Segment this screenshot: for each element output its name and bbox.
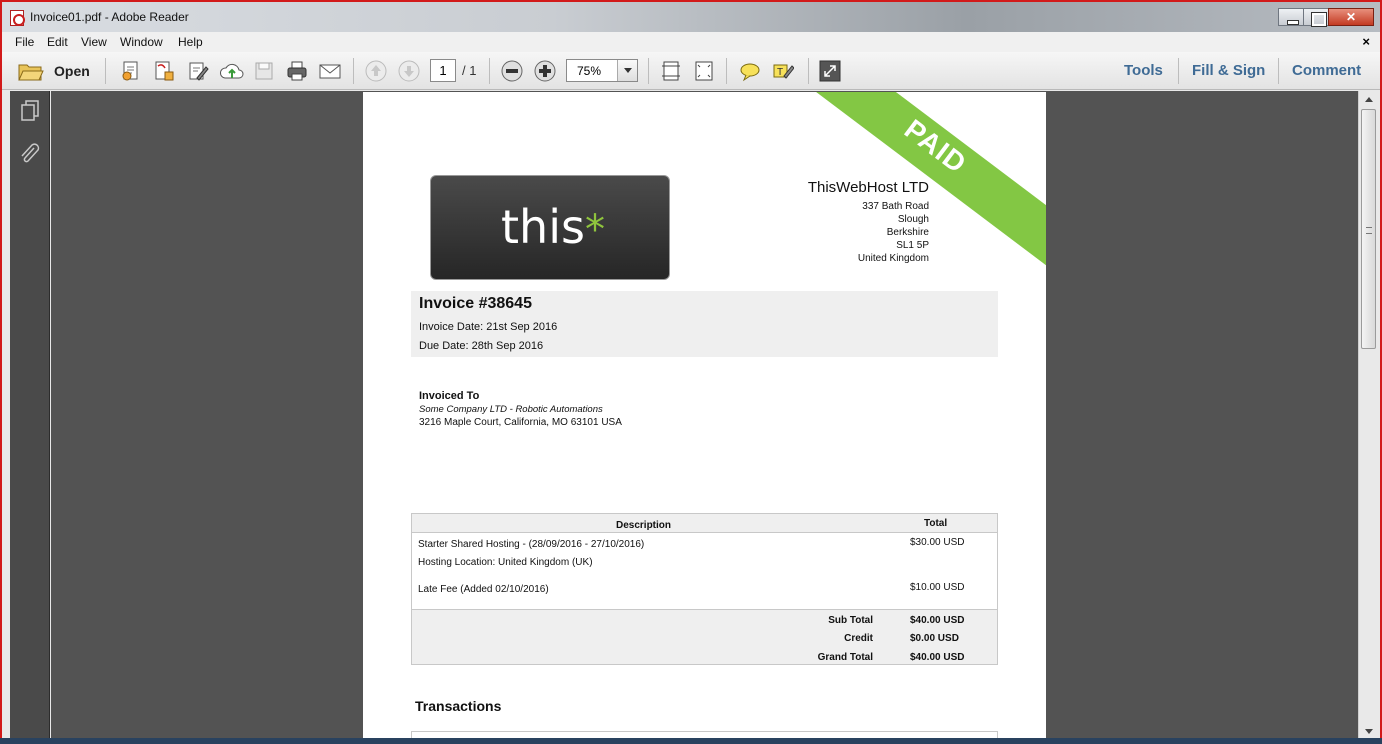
company-address-line: Berkshire: [886, 227, 929, 238]
table-row-description: Late Fee (Added 02/10/2016): [418, 584, 549, 595]
navigation-panel: [10, 91, 50, 740]
invoiced-to-company: Some Company LTD - Robotic Automations: [419, 404, 603, 415]
tab-tools[interactable]: Tools: [1124, 62, 1163, 79]
menu-edit[interactable]: Edit: [47, 35, 68, 49]
company-address-line: Slough: [897, 214, 929, 225]
table-row-description: Hosting Location: United Kingdom (UK): [418, 557, 593, 568]
subtotal-value: $40.00 USD: [910, 615, 965, 626]
toolbar-separator: [726, 58, 727, 84]
print-icon[interactable]: [286, 60, 308, 82]
table-row-amount: $10.00 USD: [910, 582, 965, 593]
zoom-in-icon[interactable]: [534, 60, 556, 82]
invoiced-to-address: 3216 Maple Court, California, MO 63101 U…: [419, 417, 622, 428]
column-description: Description: [616, 520, 672, 531]
company-address-line: SL1 5P: [896, 240, 929, 251]
toolbar-separator: [489, 58, 490, 84]
page-up-icon[interactable]: [365, 60, 387, 82]
toolbar-separator: [1278, 58, 1279, 84]
credit-value: $0.00 USD: [910, 633, 959, 644]
table-row-amount: $30.00 USD: [910, 537, 965, 548]
pdf-app-icon: [10, 10, 25, 26]
menu-file[interactable]: File: [15, 35, 34, 49]
open-button[interactable]: Open: [54, 63, 90, 79]
company-address-line: 337 Bath Road: [862, 201, 929, 212]
scroll-up-icon[interactable]: [1359, 91, 1378, 108]
toolbar: Open 1 / 1 75% T Tools Fill & Sign Comme…: [2, 52, 1380, 90]
toolbar-separator: [648, 58, 649, 84]
export-pdf-icon[interactable]: [153, 60, 175, 82]
menu-window[interactable]: Window: [120, 35, 163, 49]
email-icon[interactable]: [318, 60, 342, 82]
credit-label: Credit: [844, 633, 873, 644]
invoice-date: Invoice Date: 21st Sep 2016: [419, 321, 558, 333]
vertical-scrollbar[interactable]: [1358, 91, 1378, 740]
window-controls: ✕: [1278, 8, 1374, 27]
maximize-button[interactable]: [1303, 8, 1329, 27]
table-row-description: Starter Shared Hosting - (28/09/2016 - 2…: [418, 539, 645, 550]
page-number-input[interactable]: 1: [430, 59, 456, 82]
due-date: Due Date: 28th Sep 2016: [419, 340, 544, 352]
invoiced-to-heading: Invoiced To: [419, 390, 480, 402]
company-name: ThisWebHost LTD: [807, 179, 929, 196]
transactions-heading: Transactions: [415, 698, 502, 714]
menu-help[interactable]: Help: [178, 35, 203, 49]
totals-section: Sub Total $40.00 USD Credit $0.00 USD Gr…: [412, 609, 997, 664]
zoom-out-icon[interactable]: [501, 60, 523, 82]
invoice-header: Invoice #38645 Invoice Date: 21st Sep 20…: [411, 291, 998, 357]
page-thumbnails-icon[interactable]: [19, 99, 41, 121]
save-icon[interactable]: [253, 60, 275, 82]
company-logo: this*: [430, 175, 670, 280]
tab-comment[interactable]: Comment: [1292, 62, 1361, 79]
toolbar-separator: [353, 58, 354, 84]
svg-text:T: T: [777, 67, 783, 78]
grand-total-label: Grand Total: [817, 652, 873, 663]
company-address: ThisWebHost LTD 337 Bath Road Slough Ber…: [808, 178, 929, 265]
company-address-line: United Kingdom: [857, 253, 929, 264]
create-pdf-icon[interactable]: [120, 60, 142, 82]
fit-page-icon[interactable]: [693, 60, 715, 82]
taskbar: [0, 738, 1382, 744]
toolbar-separator: [105, 58, 106, 84]
fit-width-icon[interactable]: [660, 60, 682, 82]
scroll-thumb[interactable]: [1361, 109, 1376, 349]
toolbar-separator: [1178, 58, 1179, 84]
tab-fill-sign[interactable]: Fill & Sign: [1192, 62, 1265, 79]
title-bar: Invoice01.pdf - Adobe Reader ✕: [2, 2, 1380, 32]
close-button[interactable]: ✕: [1328, 8, 1374, 26]
subtotal-label: Sub Total: [828, 615, 873, 626]
menu-view[interactable]: View: [81, 35, 107, 49]
highlight-icon[interactable]: T: [772, 60, 794, 82]
toolbar-separator: [808, 58, 809, 84]
chevron-down-icon[interactable]: [617, 60, 637, 81]
sticky-note-icon[interactable]: [739, 60, 761, 82]
logo-text: this*: [501, 200, 605, 254]
edit-pdf-icon[interactable]: [187, 60, 209, 82]
table-header: Description Total: [412, 514, 997, 533]
pdf-page: PAID this* ThisWebHost LTD 337 Bath Road…: [363, 92, 1046, 740]
paperclip-icon[interactable]: [19, 143, 41, 165]
adobe-reader-window: Invoice01.pdf - Adobe Reader ✕ File Edit…: [0, 0, 1382, 744]
invoiced-to: Invoiced To Some Company LTD - Robotic A…: [419, 390, 622, 429]
grand-total-value: $40.00 USD: [910, 652, 965, 663]
zoom-value: 75%: [577, 64, 602, 78]
fullscreen-icon[interactable]: [819, 60, 841, 82]
invoice-number: Invoice #38645: [419, 295, 532, 312]
invoice-items-table: Description Total Starter Shared Hosting…: [411, 513, 998, 665]
zoom-select[interactable]: 75%: [566, 59, 638, 82]
close-document-icon[interactable]: ×: [1362, 34, 1370, 49]
page-total: / 1: [462, 63, 477, 78]
folder-open-icon[interactable]: [18, 60, 44, 82]
minimize-button[interactable]: [1278, 8, 1304, 26]
upload-cloud-icon[interactable]: [219, 60, 245, 82]
window-title: Invoice01.pdf - Adobe Reader: [30, 10, 189, 24]
page-down-icon[interactable]: [398, 60, 420, 82]
menu-bar: File Edit View Window Help ×: [2, 32, 1380, 52]
document-viewer[interactable]: PAID this* ThisWebHost LTD 337 Bath Road…: [51, 91, 1358, 740]
column-total: Total: [924, 518, 948, 529]
